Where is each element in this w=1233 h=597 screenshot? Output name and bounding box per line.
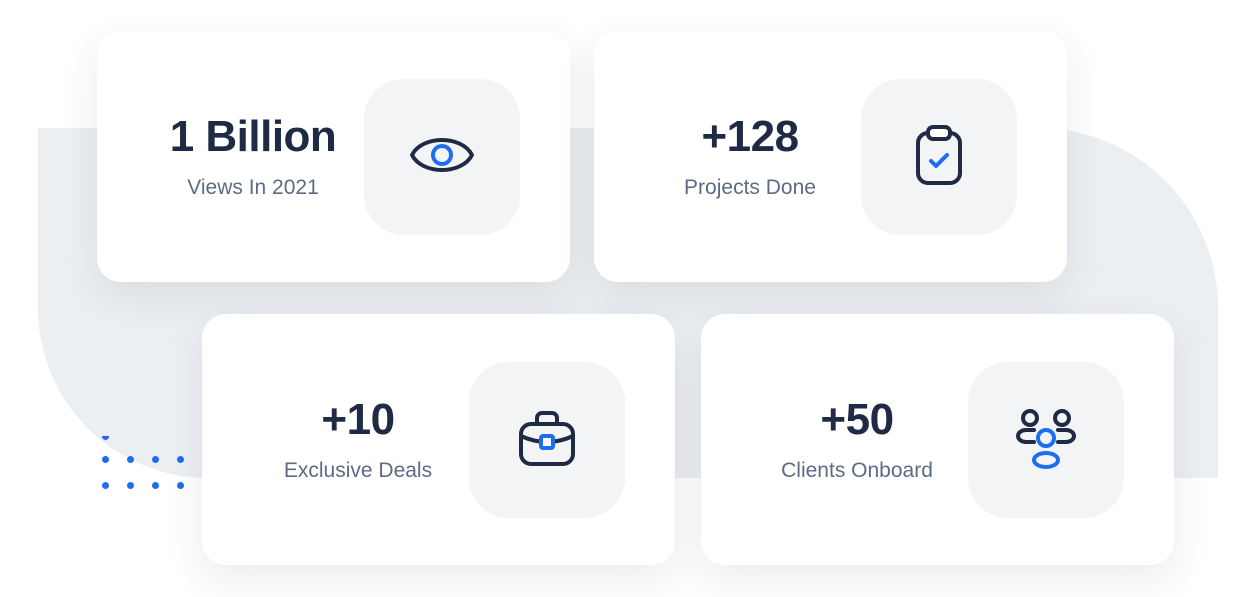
icon-container	[364, 79, 520, 235]
clipboard-check-icon	[905, 121, 973, 194]
users-group-icon	[1010, 402, 1082, 479]
stat-value: 1 Billion	[169, 112, 337, 162]
eye-icon	[408, 121, 476, 194]
stat-label: Projects Done	[684, 175, 816, 199]
icon-container	[469, 362, 625, 518]
stat-label: Views In 2021	[187, 175, 319, 199]
stat-label: Clients Onboard	[781, 458, 933, 482]
stat-card-deals: +10 Exclusive Deals	[202, 314, 675, 565]
briefcase-icon	[513, 404, 581, 477]
stat-value: +10	[321, 395, 395, 445]
icon-container	[968, 362, 1124, 518]
icon-container	[861, 79, 1017, 235]
stat-value: +128	[701, 112, 799, 162]
stat-card-views: 1 Billion Views In 2021	[97, 31, 570, 282]
stat-value: +50	[820, 395, 894, 445]
stat-card-projects: +128 Projects Done	[594, 31, 1067, 282]
stat-card-clients: +50 Clients Onboard	[701, 314, 1174, 565]
stat-label: Exclusive Deals	[283, 458, 433, 482]
